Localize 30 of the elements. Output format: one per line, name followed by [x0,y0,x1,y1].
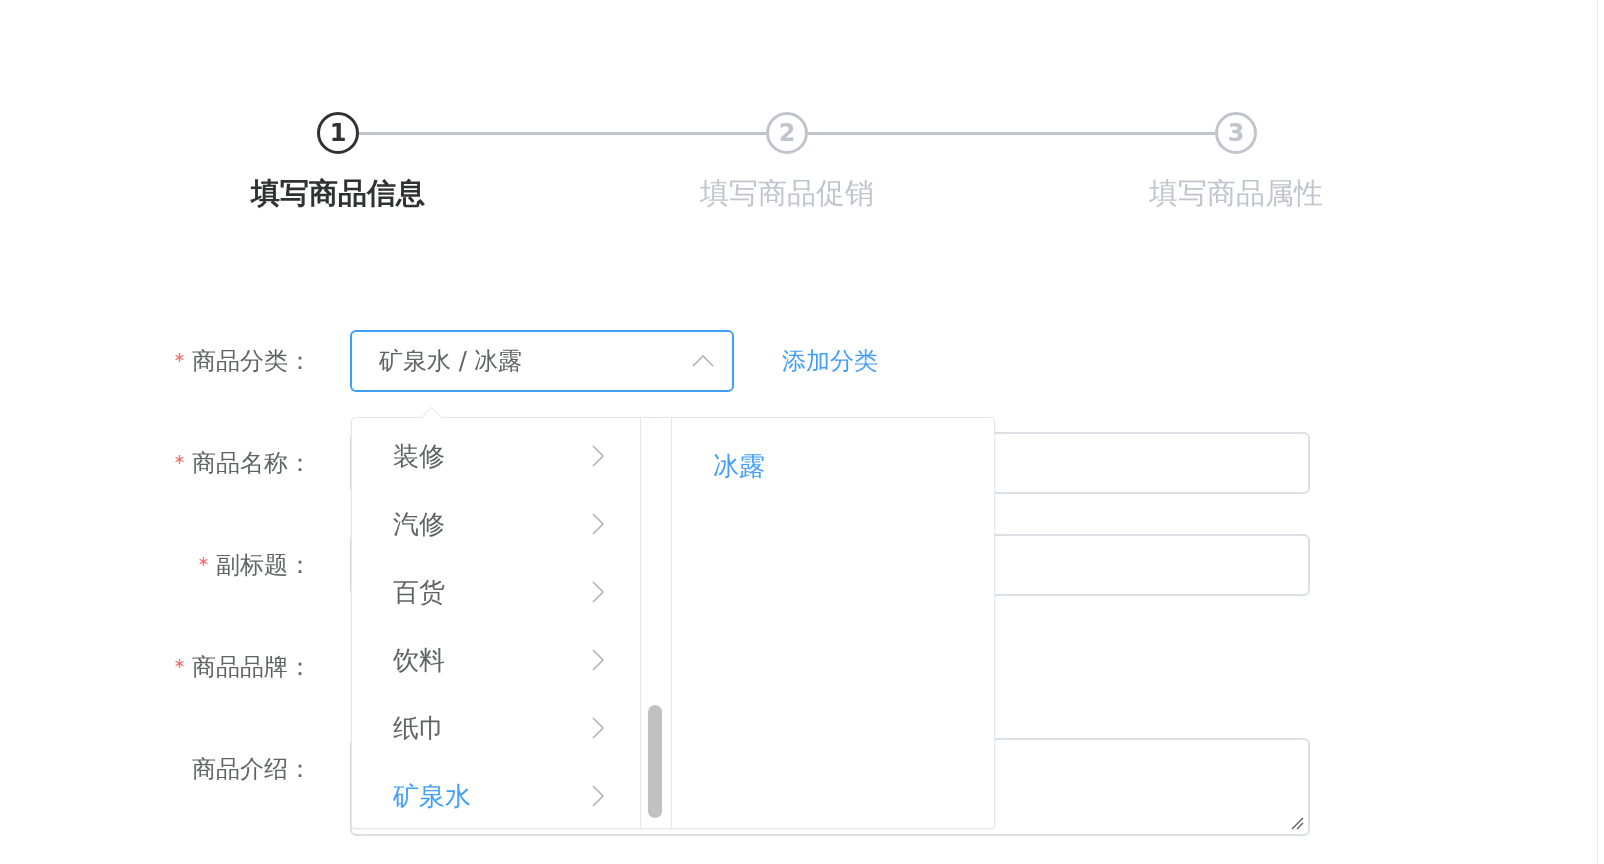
field-label: 商品品牌： [192,652,312,683]
required-asterisk-icon [175,454,184,464]
required-asterisk-icon [175,352,184,362]
category-select[interactable]: 矿泉水 / 冰露 [350,330,734,392]
step-number: 3 [1215,112,1257,154]
chevron-right-icon [591,580,605,604]
step-title: 填写商品信息 [251,175,425,212]
chevron-up-icon [691,354,715,368]
step-title: 填写商品属性 [1149,175,1323,212]
chevron-right-icon [591,444,605,468]
cascader-option[interactable]: 饮料 [352,626,641,694]
chevron-right-icon [591,648,605,672]
field-label: 商品介绍： [192,754,312,785]
cascader-option[interactable]: 汽修 [352,490,641,558]
required-asterisk-icon [199,556,208,566]
resize-grip-icon [1290,816,1304,830]
field-label: 商品名称： [192,448,312,479]
chevron-right-icon [591,716,605,740]
step-number: 2 [766,112,808,154]
chevron-right-icon [591,512,605,536]
step-number: 1 [317,112,359,154]
cascader-option[interactable]: 纸巾 [352,694,641,762]
cascader-option[interactable]: 百货 [352,558,641,626]
chevron-right-icon [591,784,605,808]
field-label: 商品分类： [192,346,312,377]
cascader-option[interactable]: 装修 [352,422,641,490]
scrollbar-thumb[interactable] [648,705,662,818]
field-label: 副标题： [216,550,312,581]
required-asterisk-icon [175,658,184,668]
step-title: 填写商品促销 [700,175,874,212]
